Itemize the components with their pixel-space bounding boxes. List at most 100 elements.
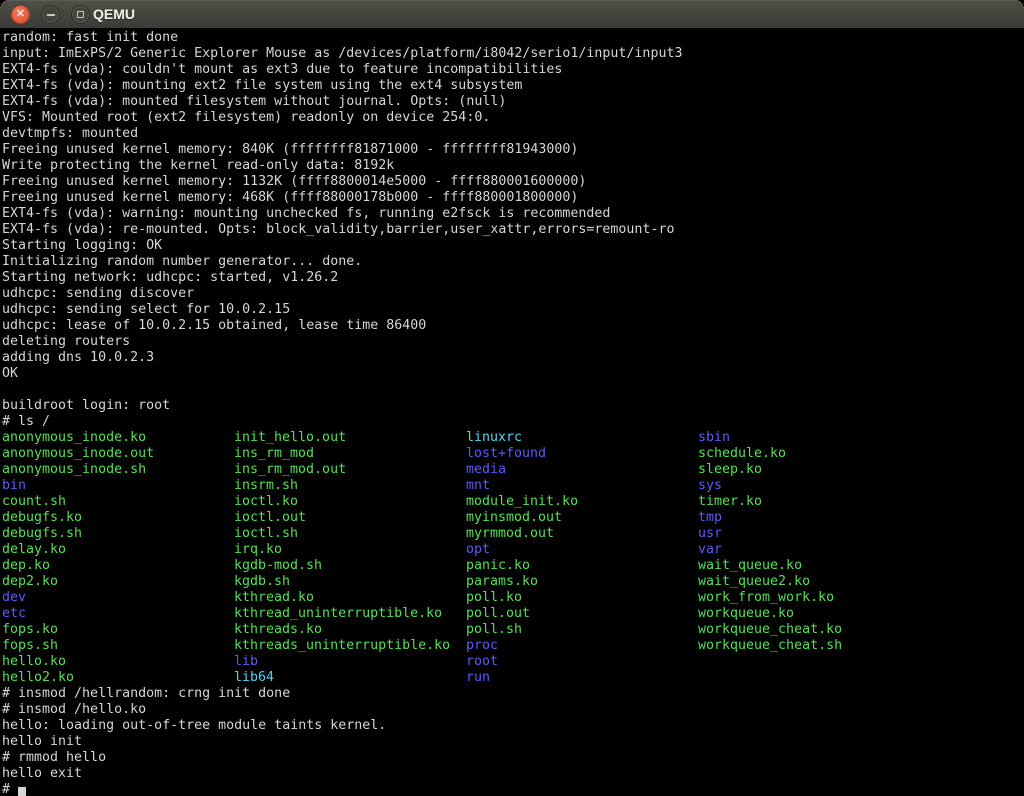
file-entry: kthread_uninterruptible.ko — [234, 606, 466, 622]
file-entry: fops.sh — [2, 638, 234, 654]
minimize-icon — [47, 14, 55, 16]
console-line: Initializing random number generator... … — [2, 254, 1024, 270]
console-line: fops.kokthreads.kopoll.shworkqueue_cheat… — [2, 622, 1024, 638]
shell-prompt: # — [2, 782, 18, 796]
file-entry: irq.ko — [234, 542, 466, 558]
file-entry: poll.out — [466, 606, 698, 622]
file-entry: var — [698, 542, 930, 558]
file-entry: wait_queue.ko — [698, 558, 930, 574]
console-line: Write protecting the kernel read-only da… — [2, 158, 1024, 174]
console-line: # ls / — [2, 414, 1024, 430]
console-line: # insmod /hello.ko — [2, 702, 1024, 718]
console-line: delay.koirq.kooptvar — [2, 542, 1024, 558]
console-line: anonymous_inode.koinit_hello.outlinuxrcs… — [2, 430, 1024, 446]
titlebar[interactable]: ✕ QEMU — [0, 0, 1024, 28]
file-entry: kthread.ko — [234, 590, 466, 606]
console-line: Starting network: udhcpc: started, v1.26… — [2, 270, 1024, 286]
file-entry: debugfs.ko — [2, 510, 234, 526]
console-line: Starting logging: OK — [2, 238, 1024, 254]
file-entry: myrmmod.out — [466, 526, 698, 542]
console-line: random: fast init done — [2, 30, 1024, 46]
console-line: # insmod /hellrandom: crng init done — [2, 686, 1024, 702]
file-entry: ins_rm_mod.out — [234, 462, 466, 478]
file-entry: tmp — [698, 510, 930, 526]
file-entry: mnt — [466, 478, 698, 494]
close-icon: ✕ — [16, 9, 25, 20]
console-line: adding dns 10.0.2.3 — [2, 350, 1024, 366]
console-line: OK — [2, 366, 1024, 382]
console-line: hello.kolibroot — [2, 654, 1024, 670]
file-entry: ioctl.ko — [234, 494, 466, 510]
file-entry: lost+found — [466, 446, 698, 462]
file-entry: proc — [466, 638, 698, 654]
console-line: EXT4-fs (vda): re-mounted. Opts: block_v… — [2, 222, 1024, 238]
minimize-button[interactable] — [41, 5, 60, 24]
console-line: # — [2, 782, 1024, 796]
file-entry: etc — [2, 606, 234, 622]
console-line: udhcpc: sending discover — [2, 286, 1024, 302]
file-entry: lib64 — [234, 670, 466, 686]
console-line: hello: loading out-of-tree module taints… — [2, 718, 1024, 734]
console-line: # rmmod hello — [2, 750, 1024, 766]
file-entry: timer.ko — [698, 494, 930, 510]
console-line: udhcpc: lease of 10.0.2.15 obtained, lea… — [2, 318, 1024, 334]
console-line: Freeing unused kernel memory: 840K (ffff… — [2, 142, 1024, 158]
close-button[interactable]: ✕ — [11, 5, 30, 24]
file-entry: workqueue.ko — [698, 606, 930, 622]
file-entry: media — [466, 462, 698, 478]
file-entry: poll.ko — [466, 590, 698, 606]
file-entry: insrm.sh — [234, 478, 466, 494]
console-line: udhcpc: sending select for 10.0.2.15 — [2, 302, 1024, 318]
qemu-window: ✕ QEMU random: fast init doneinput: ImEx… — [0, 0, 1024, 796]
console-line: VFS: Mounted root (ext2 filesystem) read… — [2, 110, 1024, 126]
console-line: hello init — [2, 734, 1024, 750]
console-line: deleting routers — [2, 334, 1024, 350]
console-screen[interactable]: random: fast init doneinput: ImExPS/2 Ge… — [0, 28, 1024, 796]
console-line: Freeing unused kernel memory: 468K (ffff… — [2, 190, 1024, 206]
console-line: EXT4-fs (vda): mounting ext2 file system… — [2, 78, 1024, 94]
file-entry: count.sh — [2, 494, 234, 510]
file-entry: kgdb-mod.sh — [234, 558, 466, 574]
file-entry: lib — [234, 654, 466, 670]
file-entry: delay.ko — [2, 542, 234, 558]
console-line: count.shioctl.komodule_init.kotimer.ko — [2, 494, 1024, 510]
file-entry: usr — [698, 526, 930, 542]
file-entry: sbin — [698, 430, 930, 446]
console-line: Freeing unused kernel memory: 1132K (fff… — [2, 174, 1024, 190]
file-entry: linuxrc — [466, 430, 698, 446]
console-line: debugfs.shioctl.shmyrmmod.outusr — [2, 526, 1024, 542]
console-line: dep2.kokgdb.shparams.kowait_queue2.ko — [2, 574, 1024, 590]
maximize-button[interactable] — [71, 5, 90, 24]
file-entry: params.ko — [466, 574, 698, 590]
file-entry: schedule.ko — [698, 446, 930, 462]
console-line: EXT4-fs (vda): mounted filesystem withou… — [2, 94, 1024, 110]
file-entry: bin — [2, 478, 234, 494]
text-cursor — [18, 787, 26, 796]
file-entry: debugfs.sh — [2, 526, 234, 542]
file-entry: hello.ko — [2, 654, 234, 670]
file-entry: kthreads_uninterruptible.ko — [234, 638, 466, 654]
file-entry: kgdb.sh — [234, 574, 466, 590]
file-entry: ioctl.sh — [234, 526, 466, 542]
file-entry: init_hello.out — [234, 430, 466, 446]
file-entry: dep.ko — [2, 558, 234, 574]
console-line: input: ImExPS/2 Generic Explorer Mouse a… — [2, 46, 1024, 62]
file-entry: sleep.ko — [698, 462, 930, 478]
console-line: dep.kokgdb-mod.shpanic.kowait_queue.ko — [2, 558, 1024, 574]
file-entry: poll.sh — [466, 622, 698, 638]
console-line: EXT4-fs (vda): warning: mounting uncheck… — [2, 206, 1024, 222]
file-entry: anonymous_inode.sh — [2, 462, 234, 478]
file-entry: workqueue_cheat.ko — [698, 622, 930, 638]
file-entry: workqueue_cheat.sh — [698, 638, 930, 654]
file-entry: run — [466, 670, 698, 686]
file-entry: wait_queue2.ko — [698, 574, 930, 590]
console-line: EXT4-fs (vda): couldn't mount as ext3 du… — [2, 62, 1024, 78]
file-entry: work_from_work.ko — [698, 590, 930, 606]
console-line: fops.shkthreads_uninterruptible.koprocwo… — [2, 638, 1024, 654]
file-entry: sys — [698, 478, 930, 494]
console-line: buildroot login: root — [2, 398, 1024, 414]
maximize-icon — [77, 11, 84, 18]
console-line: anonymous_inode.shins_rm_mod.outmediasle… — [2, 462, 1024, 478]
file-entry: myinsmod.out — [466, 510, 698, 526]
console-line: hello exit — [2, 766, 1024, 782]
